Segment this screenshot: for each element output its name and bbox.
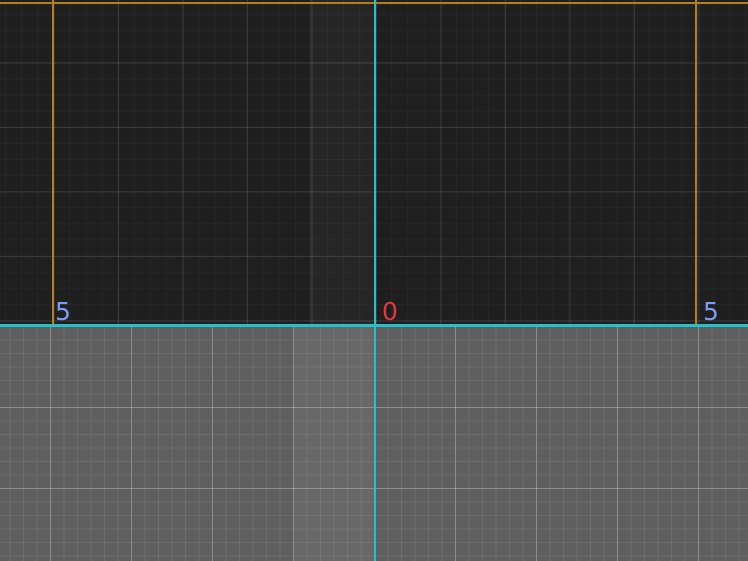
vertical-axis-line	[374, 0, 376, 561]
grid-viewport[interactable]: 5 0 5	[0, 0, 748, 561]
boundary-line-right	[695, 0, 697, 326]
axis-label-origin: 0	[382, 297, 398, 326]
ground-plane-band	[294, 326, 375, 561]
axis-label-left: 5	[55, 297, 71, 326]
boundary-line-left	[52, 0, 54, 326]
axis-label-right: 5	[703, 297, 719, 326]
background-grid-band	[309, 0, 375, 326]
